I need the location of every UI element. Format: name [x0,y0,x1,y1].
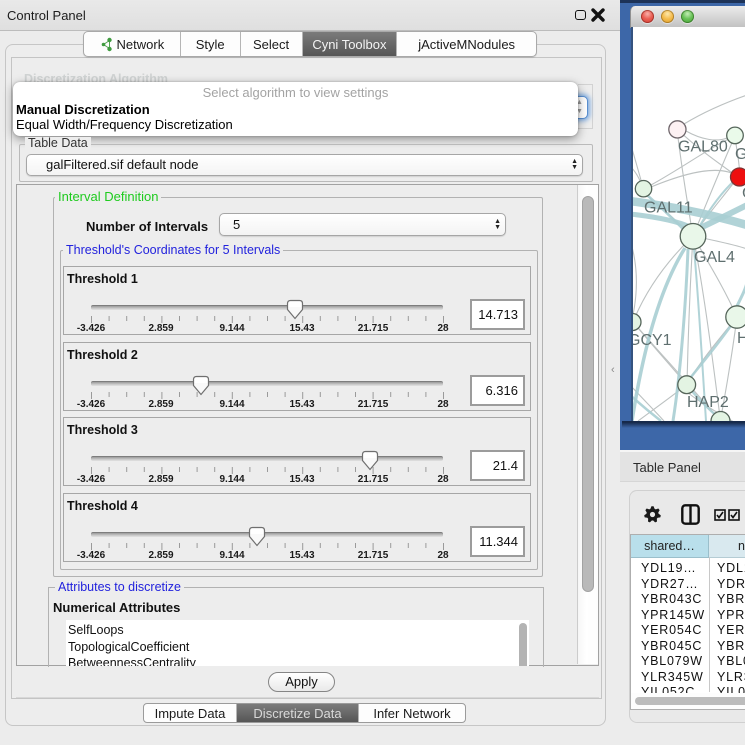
svg-text:GAL4: GAL4 [694,249,735,266]
svg-text:GCY1: GCY1 [633,332,672,349]
svg-text:GAL11: GAL11 [644,200,693,217]
svg-text:GAL80: GAL80 [678,139,728,156]
svg-text:HAP2: HAP2 [687,394,729,411]
svg-text:H: H [737,330,745,347]
svg-text:GA: GA [735,146,745,163]
